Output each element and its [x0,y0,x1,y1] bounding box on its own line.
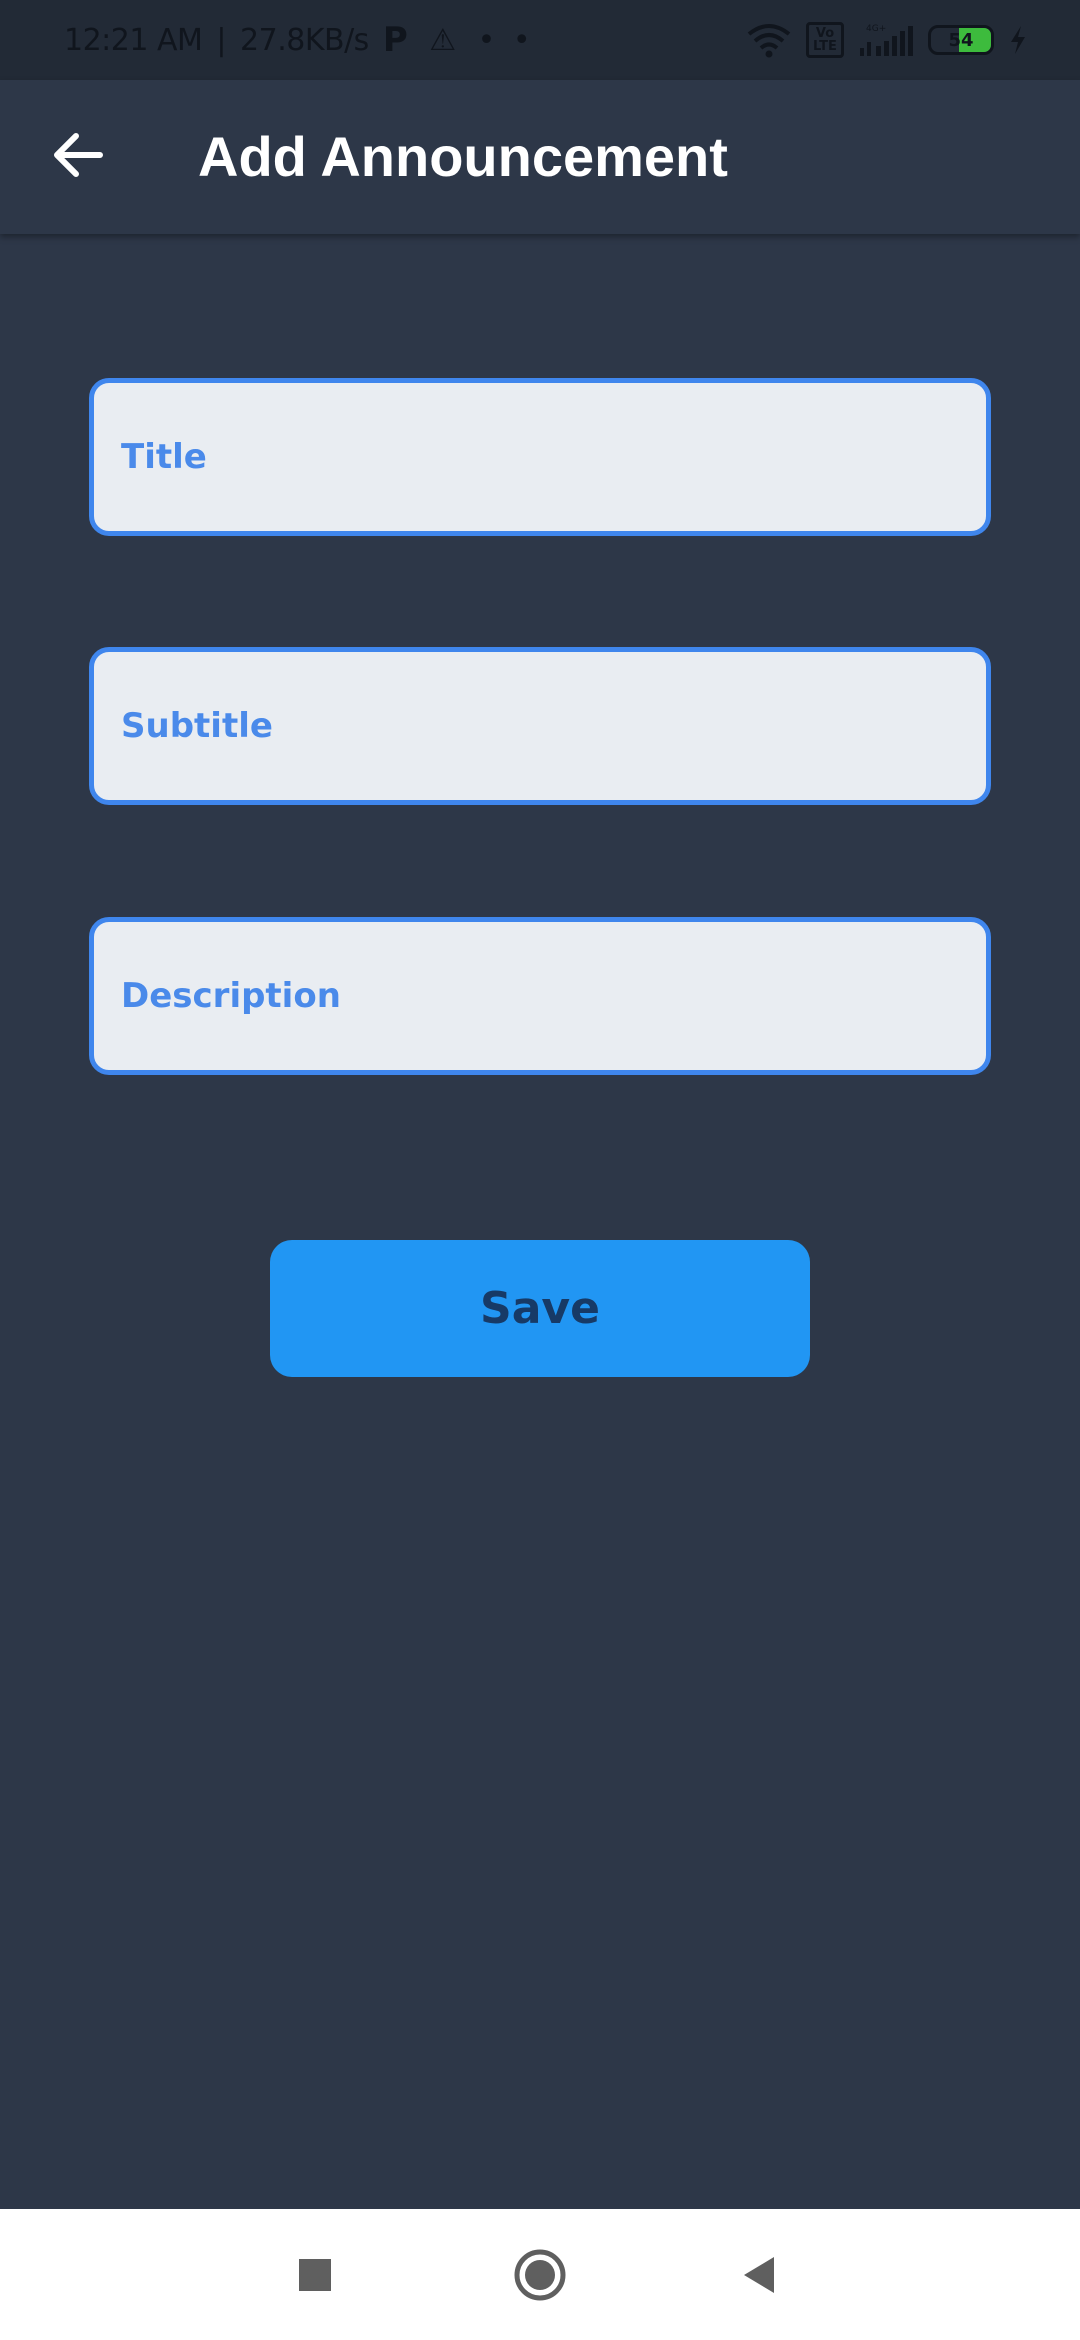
home-button[interactable] [480,2209,600,2340]
recents-square-icon [299,2258,331,2291]
status-time: 12:21 AM [64,22,203,58]
back-button[interactable] [700,2209,820,2340]
title-field [89,378,991,536]
description-input[interactable] [94,922,986,1070]
signal-icon: 4G+ [860,24,913,56]
recents-button[interactable] [255,2209,375,2340]
wifi-icon [747,24,791,58]
back-triangle-icon [744,2256,774,2293]
more-notifications-icon: • • [477,22,535,58]
home-circle-icon [514,2249,566,2300]
charging-icon [1011,26,1025,54]
svg-text:4G+: 4G+ [866,24,886,34]
status-separator: | [216,22,227,58]
status-right: Vo LTE 4G+ 54 [746,0,1028,80]
warning-icon: ⚠ [429,22,456,58]
battery-level: 54 [948,29,974,51]
page-title: Add Announcement [198,125,728,188]
status-left: 12:21 AM | 27.8KB/s P ⚠ • • [64,0,535,80]
status-bar: 12:21 AM | 27.8KB/s P ⚠ • • Vo LTE 4G+ 5… [0,0,1080,80]
app-bar: Add Announcement [0,80,1080,234]
volte-icon: Vo LTE [806,22,844,58]
parking-p-icon: P [382,20,408,60]
network-speed: 27.8KB/s [240,22,369,58]
save-button[interactable]: Save [270,1240,810,1377]
description-field [89,917,991,1075]
subtitle-input[interactable] [94,652,986,800]
subtitle-field [89,647,991,805]
title-input[interactable] [94,383,986,531]
battery-icon: 54 [928,25,994,55]
arrow-left-icon[interactable] [46,123,110,187]
navigation-bar [0,2209,1080,2340]
